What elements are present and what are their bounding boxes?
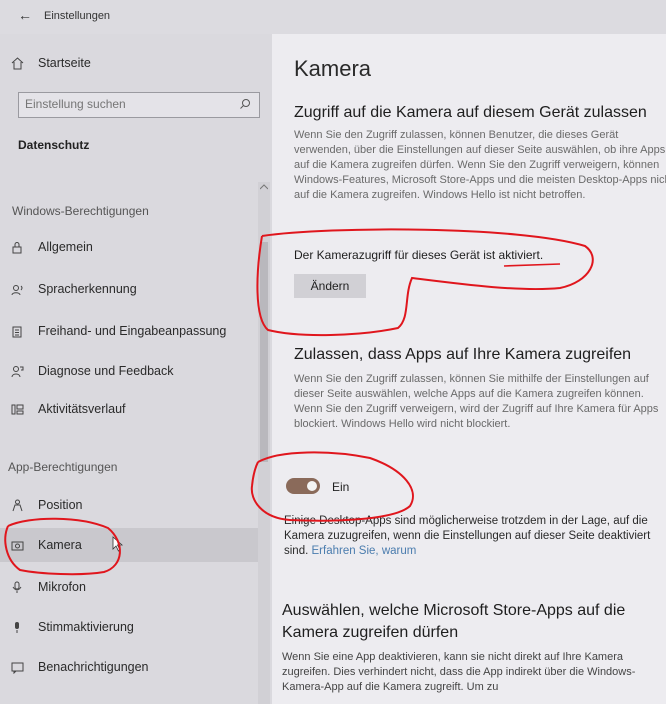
sidebar-item-diagnose[interactable]: Diagnose und Feedback <box>0 354 268 388</box>
sidebar-item-spracherkennung[interactable]: Spracherkennung <box>0 272 268 306</box>
sidebar-item-label: Benachrichtigungen <box>38 660 149 674</box>
microphone-icon <box>10 580 24 594</box>
sidebar-scrollbar[interactable] <box>258 182 270 704</box>
desktop-apps-note: Einige Desktop-Apps sind möglicherweise … <box>284 514 666 559</box>
camera-access-status: Der Kamerazugriff für dieses Gerät ist a… <box>294 248 544 262</box>
toggle-label: Ein <box>332 480 350 494</box>
search-box[interactable] <box>18 92 260 118</box>
location-icon <box>10 498 24 512</box>
sidebar-item-label: Freihand- und Eingabeanpassung <box>38 324 227 338</box>
sidebar-item-benachrichtigungen[interactable]: Benachrichtigungen <box>0 650 268 684</box>
voice-activation-icon <box>10 620 24 634</box>
sidebar-item-freihand[interactable]: Freihand- und Eingabeanpassung <box>0 314 268 348</box>
sidebar-item-stimmaktivierung[interactable]: Stimmaktivierung <box>0 610 268 644</box>
search-icon[interactable] <box>239 97 251 115</box>
mouse-cursor-icon <box>112 535 124 555</box>
sidebar-item-home-label: Startseite <box>38 56 91 70</box>
toggle-knob <box>307 481 317 491</box>
store-apps-heading-line1: Auswählen, welche Microsoft Store-Apps a… <box>282 602 626 619</box>
store-apps-heading-line2: Kamera zugreifen dürfen <box>282 624 459 641</box>
window-title: Einstellungen <box>44 10 111 22</box>
clipboard-icon <box>10 324 24 338</box>
sidebar: Startseite Datenschutz Windows-Berechtig… <box>0 34 272 704</box>
sidebar-item-label: Spracherkennung <box>38 282 137 296</box>
sidebar-item-label: Diagnose und Feedback <box>38 364 174 378</box>
scroll-up-icon[interactable] <box>259 182 269 193</box>
sidebar-item-home[interactable]: Startseite <box>0 46 268 80</box>
sidebar-item-kamera[interactable]: Kamera <box>0 528 268 562</box>
sidebar-item-label: Allgemein <box>38 240 93 254</box>
back-arrow-icon[interactable]: ← <box>18 7 32 23</box>
sidebar-item-label: Stimmaktivierung <box>38 620 134 634</box>
change-button[interactable]: Ändern <box>294 274 366 298</box>
sidebar-item-label: Kamera <box>38 538 82 552</box>
notifications-icon <box>10 660 24 674</box>
activity-history-icon <box>10 402 24 416</box>
app-access-heading: Zulassen, dass Apps auf Ihre Kamera zugr… <box>294 346 632 363</box>
app-access-description: Wenn Sie den Zugriff zulassen, können Si… <box>294 373 659 430</box>
lock-icon <box>10 240 24 254</box>
sidebar-item-mikrofon[interactable]: Mikrofon <box>0 570 268 604</box>
sidebar-item-position[interactable]: Position <box>0 488 268 522</box>
device-access-description: Wenn Sie den Zugriff zulassen, können Be… <box>294 129 666 201</box>
title-bar: ← Einstellungen <box>0 0 666 34</box>
page-title: Kamera <box>294 56 372 81</box>
sidebar-item-label: Position <box>38 498 83 512</box>
camera-icon <box>10 538 24 552</box>
scrollbar-thumb[interactable] <box>260 242 268 462</box>
sidebar-item-aktivitaetsverlauf[interactable]: Aktivitätsverlauf <box>0 392 268 426</box>
learn-why-link[interactable]: Erfahren Sie, warum <box>312 545 417 557</box>
sidebar-item-label: Mikrofon <box>38 580 86 594</box>
speech-icon <box>10 282 24 296</box>
main-content: Kamera Zugriff auf die Kamera auf diesem… <box>272 34 666 704</box>
sidebar-item-label: Aktivitätsverlauf <box>38 402 126 416</box>
home-icon <box>10 56 24 70</box>
sidebar-item-allgemein[interactable]: Allgemein <box>0 230 268 264</box>
app-access-toggle[interactable] <box>286 478 320 494</box>
current-section-title: Datenschutz <box>18 138 90 152</box>
feedback-icon <box>10 364 24 378</box>
device-access-heading: Zugriff auf die Kamera auf diesem Gerät … <box>294 104 647 121</box>
app-permissions-header: App-Berechtigungen <box>8 460 118 474</box>
store-apps-description: Wenn Sie eine App deaktivieren, kann sie… <box>282 651 636 693</box>
search-input[interactable] <box>19 93 241 115</box>
windows-permissions-header: Windows-Berechtigungen <box>12 204 149 218</box>
